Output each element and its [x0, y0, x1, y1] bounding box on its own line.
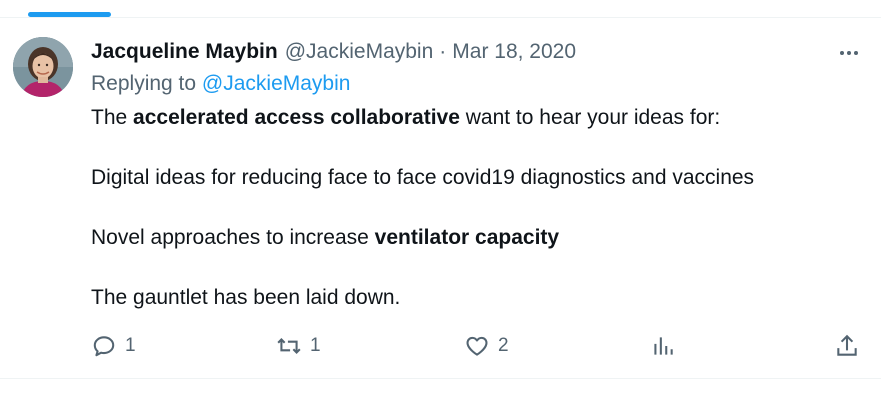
- analytics-icon: [654, 337, 673, 355]
- replying-to-mention[interactable]: @JackieMaybin: [202, 72, 351, 95]
- retweet-count: 1: [310, 335, 321, 356]
- share-icon: [837, 334, 857, 356]
- tweet-text-segment: Novel approaches to increase: [91, 226, 375, 249]
- replying-prefix: Replying to: [91, 72, 202, 95]
- like-count: 2: [498, 335, 509, 356]
- tweet-text-bold: accelerated access collaborative: [133, 106, 460, 129]
- retweet-icon: [277, 338, 301, 354]
- tweet-text-segment: The: [91, 106, 134, 129]
- tweet-text-bold: ventilator capacity: [374, 226, 560, 249]
- tweet-text-line-4: The gauntlet has been laid down.: [91, 286, 401, 309]
- retweet-button[interactable]: 1: [276, 331, 321, 361]
- top-divider: [0, 17, 881, 18]
- avatar[interactable]: [13, 37, 73, 97]
- tweet-date[interactable]: Mar 18, 2020: [452, 38, 576, 66]
- share-button[interactable]: [834, 331, 860, 361]
- like-button[interactable]: 2: [464, 331, 509, 361]
- separator-dot: ·: [439, 40, 447, 63]
- reply-button[interactable]: 1: [91, 331, 136, 361]
- replying-to: Replying to @JackieMaybin: [91, 70, 350, 98]
- tweet-header: Jacqueline Maybin @JackieMaybin · Mar 18…: [91, 38, 576, 66]
- reply-count: 1: [125, 335, 136, 356]
- analytics-button[interactable]: [650, 331, 676, 361]
- tweet-actions: 1 1 2: [0, 331, 881, 361]
- more-horizontal-icon: [840, 51, 844, 55]
- tweet-text-line-3: Novel approaches to increase ventilator …: [91, 224, 559, 252]
- tweet-text-line-1: The accelerated access collaborative wan…: [91, 104, 720, 132]
- tweet-text-segment: want to hear your ideas for:: [459, 106, 721, 129]
- avatar-image: [13, 37, 73, 97]
- reply-icon: [93, 336, 115, 357]
- author-display-name[interactable]: Jacqueline Maybin: [91, 38, 278, 66]
- tab-indicator: [28, 12, 111, 17]
- more-options-button[interactable]: [834, 42, 864, 64]
- heart-icon: [466, 336, 488, 356]
- tweet-text-line-2: Digital ideas for reducing face to face …: [91, 166, 755, 189]
- bottom-divider: [0, 378, 881, 379]
- author-handle[interactable]: @JackieMaybin: [285, 38, 434, 66]
